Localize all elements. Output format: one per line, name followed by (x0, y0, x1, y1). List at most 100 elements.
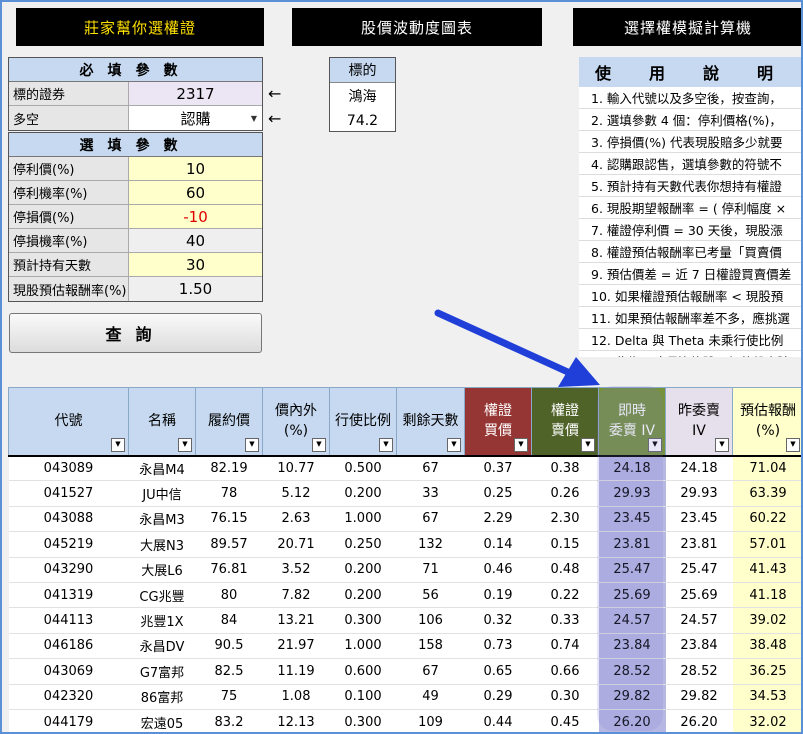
table-row[interactable]: 043069 G7富邦 82.5 11.19 0.600 67 0.65 0.66 28.52 2… (8, 658, 803, 685)
table-row[interactable]: 044179 宏遠05 83.2 12.13 0.300 109 0.44 0.45 26.20… (8, 709, 803, 734)
cell-moneyness: 3.52 (262, 557, 330, 583)
cell-exercise-ratio: 0.500 (329, 454, 397, 482)
left-arrow-icon: ← (268, 84, 282, 103)
filter-dropdown-icon[interactable]: ▼ (111, 437, 125, 452)
cell-est-return: 57.01 (732, 531, 803, 558)
cell-days-left: 49 (396, 684, 465, 710)
chevron-down-icon[interactable]: ▼ (248, 111, 260, 125)
take-profit-prob-input[interactable]: 60 (129, 181, 262, 204)
filter-dropdown-icon[interactable]: ▼ (715, 437, 729, 452)
cell-prev-iv: 23.81 (665, 531, 733, 558)
optional-params-table: 選填參數 停利價(%) 10 停利機率(%) 60 停損價(%) -10 停損機… (8, 132, 263, 302)
cell-strike: 82.19 (195, 454, 263, 482)
cell-live-iv: 26.20 (598, 709, 666, 734)
filter-dropdown-icon[interactable]: ▼ (312, 437, 326, 452)
table-row[interactable]: 046186 永昌DV 90.5 21.97 1.000 158 0.73 0.74 23.84… (8, 633, 803, 660)
col-header-prev-iv: 昨委賣 IV ▼ (665, 387, 733, 456)
query-button[interactable]: 查詢 (9, 313, 262, 353)
cell-ask: 0.38 (531, 454, 599, 482)
table-row[interactable]: 041527 JU中信 78 5.12 0.200 33 0.25 0.26 29.93 29.9… (8, 480, 803, 507)
cell-bid: 0.46 (464, 557, 532, 583)
cell-moneyness: 13.21 (262, 607, 330, 634)
cell-ask: 0.48 (531, 557, 599, 583)
instruction-line: 9. 預估價差 = 近 7 日權證買賣價差 (579, 263, 803, 285)
filter-dropdown-icon[interactable]: ▼ (379, 437, 393, 452)
holding-days-input[interactable]: 30 (129, 253, 262, 276)
table-row[interactable]: 043089 永昌M4 82.19 10.77 0.500 67 0.37 0.38 24.18… (8, 454, 803, 482)
cell-live-iv: 25.47 (598, 557, 666, 583)
col-header-live-iv: 即時 委賣 IV ▼ (598, 387, 666, 456)
cell-exercise-ratio: 1.000 (329, 506, 397, 533)
filter-dropdown-icon[interactable]: ▼ (786, 437, 800, 452)
col-header-ask: 權證 賣價 ▼ (531, 387, 599, 456)
option-simulator-button[interactable]: 選擇權模擬計算機 (573, 8, 803, 46)
filter-dropdown-icon[interactable]: ▼ (514, 437, 528, 452)
filter-dropdown-icon[interactable]: ▼ (648, 437, 662, 452)
expected-return-label: 現股預估報酬率(%) (9, 277, 129, 301)
stop-loss-input[interactable]: -10 (129, 205, 262, 228)
table-row[interactable]: 041319 CG兆豐 80 7.82 0.200 56 0.19 0.22 25.69 25.6… (8, 582, 803, 609)
cell-prev-iv: 24.18 (665, 454, 733, 482)
cell-moneyness: 11.19 (262, 658, 330, 685)
cell-ask: 0.26 (531, 480, 599, 507)
direction-label: 多空 (9, 106, 129, 130)
filter-dropdown-icon[interactable]: ▼ (447, 437, 461, 452)
table-row[interactable]: 043088 永昌M3 76.15 2.63 1.000 67 2.29 2.30 23.45 2… (8, 506, 803, 533)
cell-est-return: 39.02 (732, 607, 803, 634)
cell-name: 永昌DV (128, 633, 196, 660)
table-row[interactable]: 045219 大展N3 89.57 20.71 0.250 132 0.14 0.15 23.8… (8, 531, 803, 558)
direction-select[interactable]: 認購 ▼ (129, 106, 262, 130)
table-row[interactable]: 043290 大展L6 76.81 3.52 0.200 71 0.46 0.48 25.47 2… (8, 557, 803, 583)
col-header-days-left: 剩餘天數 ▼ (396, 387, 465, 456)
cell-code: 043290 (8, 557, 129, 583)
stop-loss-label: 停損價(%) (9, 205, 129, 228)
underlying-input[interactable]: 2317 (129, 82, 262, 105)
cell-exercise-ratio: 0.200 (329, 582, 397, 609)
filter-dropdown-icon[interactable]: ▼ (581, 437, 595, 452)
volatility-chart-button[interactable]: 股價波動度圖表 (292, 8, 542, 46)
stop-loss-prob-label: 停損機率(%) (9, 229, 129, 252)
cell-days-left: 33 (396, 480, 465, 507)
cell-code: 044179 (8, 709, 129, 734)
cell-exercise-ratio: 0.200 (329, 557, 397, 583)
cell-prev-iv: 29.82 (665, 684, 733, 710)
cell-code: 046186 (8, 633, 129, 660)
cell-name: 大展N3 (128, 531, 196, 558)
filter-dropdown-icon[interactable]: ▼ (245, 437, 259, 452)
take-profit-input[interactable]: 10 (129, 157, 262, 180)
target-price: 74.2 (346, 112, 379, 129)
cell-est-return: 41.43 (732, 557, 803, 583)
col-header-est-return: 預估報酬 (%) ▼ (732, 387, 803, 456)
cell-strike: 83.2 (195, 709, 263, 734)
cell-days-left: 67 (396, 454, 465, 482)
instruction-line: 2. 選填參數 4 個：停利價格(%)， (579, 109, 803, 131)
cell-bid: 0.19 (464, 582, 532, 609)
instruction-line: 5. 預計持有天數代表你想持有權證 (579, 175, 803, 197)
cell-name: 永昌M4 (128, 454, 196, 482)
table-row[interactable]: 044113 兆豐1X 84 13.21 0.300 106 0.32 0.33 24.57 24… (8, 607, 803, 634)
cell-live-iv: 29.82 (598, 684, 666, 710)
table-row[interactable]: 042320 86富邦 75 1.08 0.100 49 0.29 0.30 29.82 29.8… (8, 684, 803, 710)
cell-prev-iv: 26.20 (665, 709, 733, 734)
cell-code: 041527 (8, 480, 129, 507)
cell-ask: 0.74 (531, 633, 599, 660)
take-profit-prob-label: 停利機率(%) (9, 181, 129, 204)
cell-code: 043069 (8, 658, 129, 685)
cell-ask: 0.15 (531, 531, 599, 558)
cell-moneyness: 5.12 (262, 480, 330, 507)
warrant-picker-button[interactable]: 莊家幫你選權證 (16, 8, 264, 46)
cell-code: 043088 (8, 506, 129, 533)
filter-dropdown-icon[interactable]: ▼ (178, 437, 192, 452)
col-header-label: 剩餘天數 (402, 413, 459, 430)
cell-est-return: 71.04 (732, 454, 803, 482)
expected-return-value: 1.50 (129, 277, 262, 301)
instruction-line: 10. 如果權證預估報酬率 < 現股預 (579, 285, 803, 307)
col-header-label: 權證 賣價 (551, 403, 579, 440)
cell-name: 宏遠05 (128, 709, 196, 734)
instruction-line: 6. 現股期望報酬率 = ( 停利幅度 × (579, 197, 803, 219)
col-header-label: 履約價 (208, 413, 250, 430)
cell-moneyness: 2.63 (262, 506, 330, 533)
cell-prev-iv: 25.69 (665, 582, 733, 609)
cell-bid: 0.14 (464, 531, 532, 558)
cell-ask: 0.30 (531, 684, 599, 710)
